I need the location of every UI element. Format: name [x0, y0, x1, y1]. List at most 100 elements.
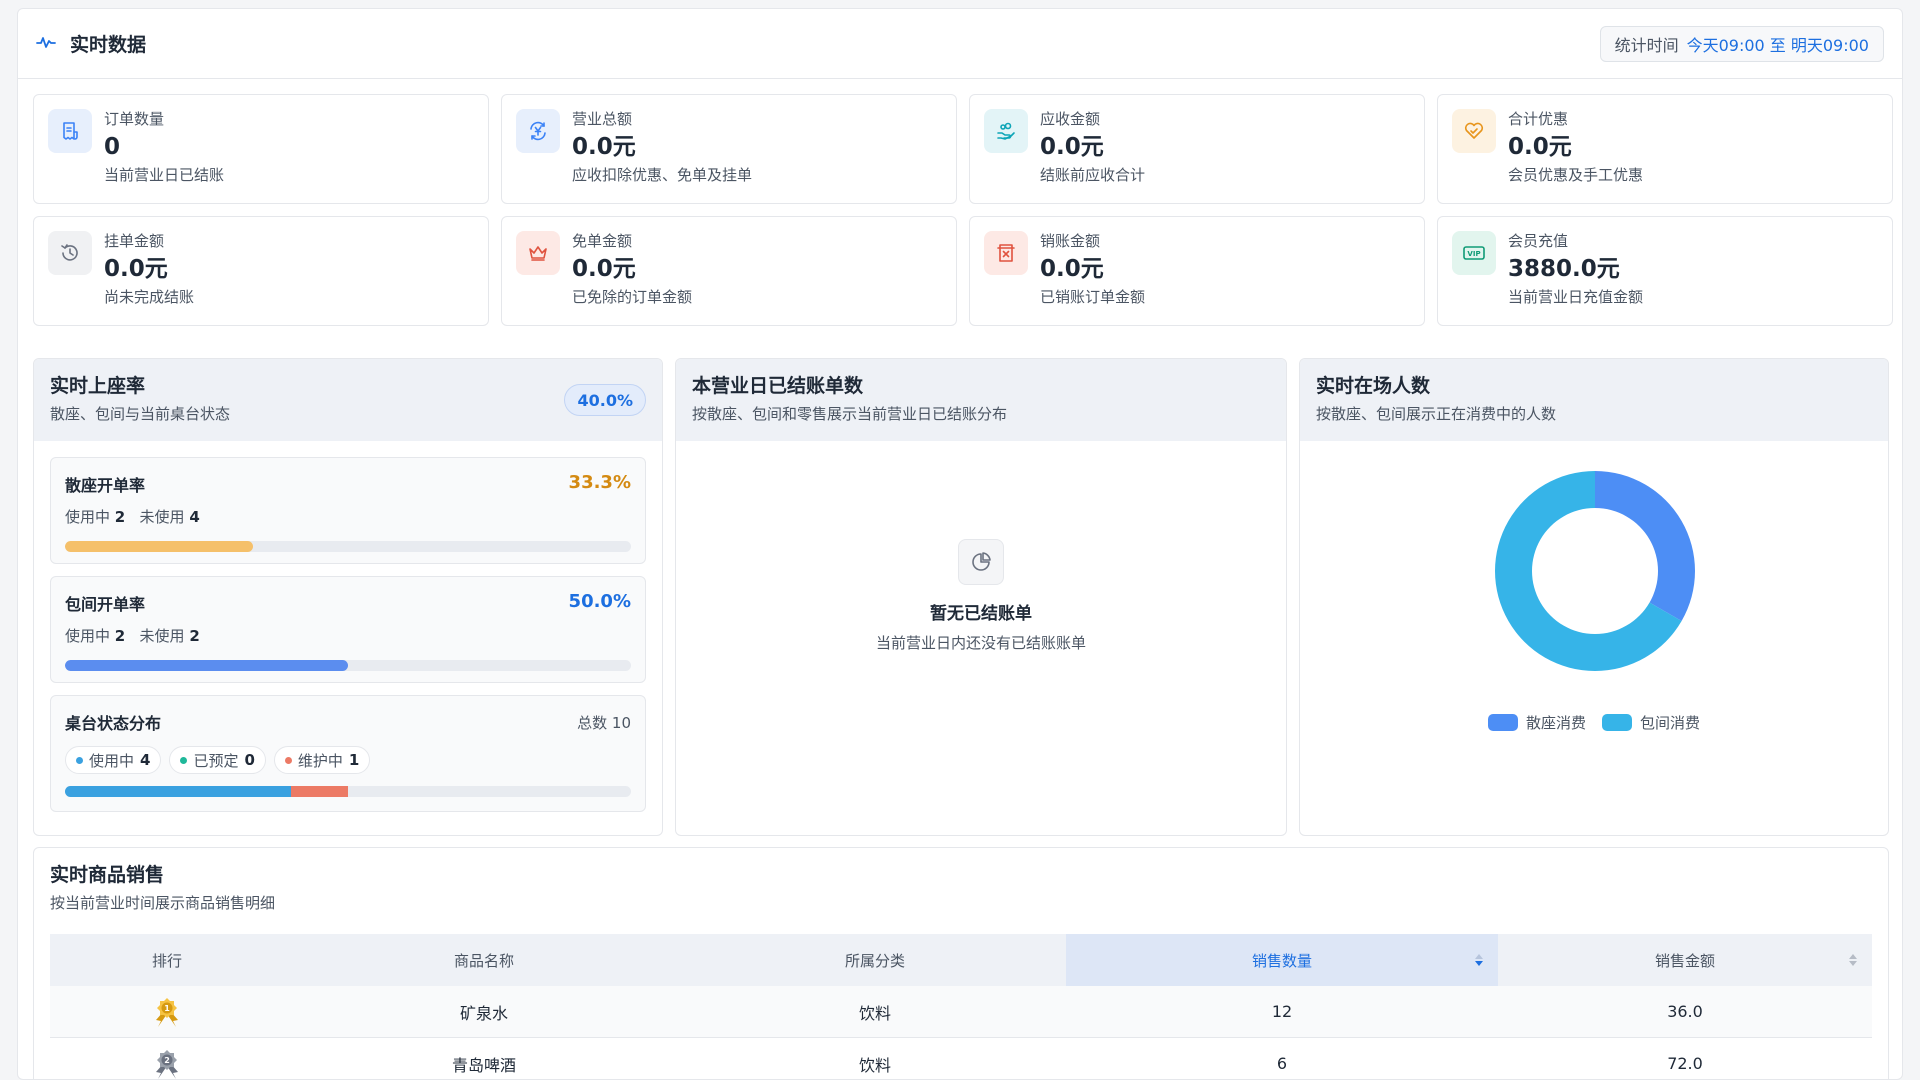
donut-slice-hall[interactable]: [1595, 471, 1695, 621]
table-status-total: 总数 10: [577, 714, 631, 732]
stat-time-value: 今天09:00 至 明天09:00: [1686, 35, 1869, 55]
legend-label: 包间消费: [1640, 714, 1701, 732]
stat-value: 0.0元: [572, 256, 636, 282]
room-rate-card: 包间开单率 50.0% 使用中 2 未使用 2: [50, 576, 646, 683]
svg-text:1: 1: [164, 1004, 170, 1013]
top-bar: 实时数据 统计时间 今天09:00 至 明天09:00: [18, 9, 1902, 79]
stat-label: 挂单金额: [104, 232, 165, 250]
col-sales-qty-label: 销售数量: [1251, 951, 1312, 970]
occupancy-subtitle: 散座、包间与当前桌台状态: [50, 405, 231, 423]
stat-label: 会员充值: [1508, 232, 1569, 250]
stat-value: 3880.0元: [1508, 256, 1620, 282]
room-in-use-label: 使用中: [65, 627, 111, 645]
col-sales-amount[interactable]: 销售金额: [1498, 934, 1872, 986]
settled-header: 本营业日已结账单数 按散座、包间和零售展示当前营业日已结账分布: [676, 359, 1286, 441]
stat-description: 应收扣除优惠、免单及挂单: [572, 166, 753, 184]
table-row[interactable]: 2 青岛啤酒 饮料 6 72.0: [50, 1038, 1872, 1079]
stat-time-label: 统计时间: [1614, 35, 1679, 55]
people-title: 实时在场人数: [1316, 375, 1431, 397]
legend-item[interactable]: 散座消费: [1487, 712, 1586, 733]
empty-title: 暂无已结账单: [930, 604, 1032, 624]
stat-card: 合计优惠 0.0元 会员优惠及手工优惠: [1437, 94, 1893, 204]
status-dot: [180, 756, 188, 764]
status-chip-count: 4: [140, 751, 151, 769]
product-sales-panel: 实时商品销售 按当前营业时间展示商品销售明细 排行 商品名称 所属分类 销售数量…: [33, 847, 1889, 1079]
col-rank: 排行: [151, 951, 182, 970]
receipt-icon: [48, 109, 92, 153]
stat-label: 免单金额: [572, 232, 633, 250]
settled-orders-panel: 本营业日已结账单数 按散座、包间和零售展示当前营业日已结账分布 暂无已结账单 当…: [675, 358, 1287, 836]
stat-description: 尚未完成结账: [104, 288, 195, 306]
table-status-card: 桌台状态分布 总数 10 使用中 4 已预定 0 维护中 1: [50, 695, 646, 812]
stat-cards: 订单数量 0 当前营业日已结账 营业总额 0.0元 应收扣除优惠、免单及挂单 应收金额 0.0…: [33, 94, 1893, 326]
hall-rate-card: 散座开单率 33.3% 使用中 2 未使用 4: [50, 457, 646, 564]
svg-text:VIP: VIP: [1467, 250, 1480, 258]
cell-sales-qty: 12: [1271, 1002, 1293, 1021]
col-sales-amount-label: 销售金额: [1654, 951, 1715, 970]
dashboard-page: 实时数据 统计时间 今天09:00 至 明天09:00 订单数量 0 当前营业日已结…: [17, 8, 1903, 1080]
sort-icon[interactable]: [1474, 952, 1484, 968]
room-progress-fill: [65, 660, 348, 671]
chart-legend: 散座消费 包间消费: [1300, 712, 1888, 733]
sales-table: 排行 商品名称 所属分类 销售数量 销售金额 1 矿泉水 饮料 12 36.0 2 青岛啤酒…: [50, 934, 1872, 1079]
status-bar-segment: [65, 786, 292, 797]
stat-card: 订单数量 0 当前营业日已结账: [33, 94, 489, 204]
stat-label: 应收金额: [1040, 110, 1101, 128]
hand-coins-icon: [984, 109, 1028, 153]
stat-description: 当前营业日充值金额: [1508, 288, 1644, 306]
room-idle-label: 未使用: [139, 627, 185, 645]
stat-description: 已免除的订单金额: [572, 288, 693, 306]
stat-time-range[interactable]: 统计时间 今天09:00 至 明天09:00: [1599, 25, 1884, 62]
status-chip-count: 1: [348, 751, 360, 769]
sales-table-body: 1 矿泉水 饮料 12 36.0 2 青岛啤酒 饮料 6 72.0: [50, 986, 1872, 1079]
sales-subtitle: 按当前营业时间展示商品销售明细: [50, 894, 276, 912]
stat-value: 0.0元: [104, 256, 168, 282]
legend-swatch: [1487, 714, 1518, 731]
room-rate-percent: 50.0%: [568, 591, 631, 612]
stat-card: VIP 会员充值 3880.0元当前营业日充值金额: [1437, 216, 1893, 326]
legend-swatch: [1602, 714, 1632, 731]
hall-progress-bar: [65, 541, 631, 552]
hall-in-use-label: 使用中: [65, 508, 111, 526]
svg-text:2: 2: [164, 1056, 170, 1065]
people-subtitle: 按散座、包间展示正在消费中的人数: [1316, 405, 1557, 423]
stat-card: 免单金额 0.0元已免除的订单金额: [501, 216, 957, 326]
people-donut-chart: [1495, 471, 1695, 671]
cell-sales-amount: 36.0: [1667, 1002, 1703, 1021]
status-dot: [284, 756, 292, 764]
status-chip-label: 已预定: [193, 751, 239, 770]
sales-table-header: 排行 商品名称 所属分类 销售数量 销售金额: [50, 934, 1872, 986]
stat-value: 0.0元: [1040, 256, 1104, 282]
stat-value: 0: [104, 134, 121, 160]
stat-card: 应收金额 0.0元 结账前应收合计: [969, 94, 1425, 204]
hall-idle-label: 未使用: [139, 508, 185, 526]
occupancy-panel: 实时上座率 散座、包间与当前桌台状态 40.0% 散座开单率 33.3% 使用中…: [33, 358, 663, 836]
table-row[interactable]: 1 矿泉水 饮料 12 36.0: [50, 986, 1872, 1038]
hall-progress-fill: [65, 541, 254, 552]
cell-product-name: 矿泉水: [459, 1003, 508, 1023]
stat-description: 会员优惠及手工优惠: [1508, 166, 1644, 184]
col-product-name: 商品名称: [453, 951, 514, 970]
legend-label: 散座消费: [1525, 714, 1586, 732]
rank-medal-icon: 1: [50, 986, 284, 1037]
stat-card: 营业总额 0.0元 应收扣除优惠、免单及挂单: [501, 94, 957, 204]
hall-usage: 使用中 2 未使用 4: [65, 506, 631, 527]
col-sales-qty[interactable]: 销售数量: [1066, 934, 1498, 986]
rank-medal-icon: 2: [50, 1038, 284, 1079]
status-chip: 使用中 4: [65, 746, 162, 774]
hall-rate-name: 散座开单率: [65, 476, 146, 495]
stat-label: 销账金额: [1040, 232, 1101, 250]
stat-card: 销账金额 0.0元 已销账订单金额: [969, 216, 1425, 326]
cell-category: 饮料: [858, 1003, 891, 1023]
sort-icon[interactable]: [1848, 952, 1858, 968]
stat-label: 营业总额: [572, 110, 633, 128]
settled-subtitle: 按散座、包间和零售展示当前营业日已结账分布: [692, 405, 1008, 423]
stat-label: 合计优惠: [1508, 110, 1569, 128]
status-chip: 维护中 1: [273, 746, 371, 774]
status-bar-segment: [291, 786, 348, 797]
occupancy-title: 实时上座率: [50, 375, 146, 397]
status-chip-count: 0: [244, 751, 255, 769]
legend-item[interactable]: 包间消费: [1602, 712, 1700, 733]
status-chip: 已预定 0: [169, 746, 266, 774]
stat-value: 0.0元: [1040, 134, 1104, 160]
